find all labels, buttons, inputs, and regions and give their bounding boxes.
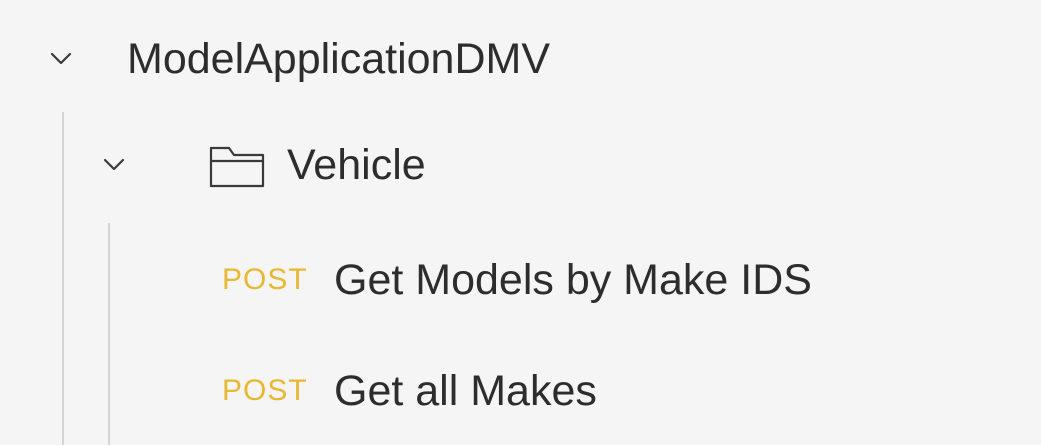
- chevron-down-icon[interactable]: [103, 154, 125, 176]
- request-name: Get Models by Make IDS: [334, 255, 812, 304]
- folder-name: Vehicle: [287, 140, 426, 189]
- request-row[interactable]: POST Get Models by Make IDS: [0, 245, 1000, 315]
- folder-row[interactable]: Vehicle: [0, 130, 1000, 200]
- folder-icon: [208, 143, 266, 189]
- request-name: Get all Makes: [334, 366, 597, 415]
- chevron-down-icon[interactable]: [50, 48, 72, 70]
- method-badge: POST: [222, 374, 308, 407]
- method-badge: POST: [222, 263, 308, 296]
- collection-name: ModelApplicationDMV: [127, 34, 551, 83]
- collection-tree: ModelApplicationDMV Vehicle POST Get Mod…: [0, 0, 1041, 445]
- collection-row[interactable]: ModelApplicationDMV: [0, 24, 1000, 94]
- request-row[interactable]: POST Get all Makes: [0, 356, 1000, 426]
